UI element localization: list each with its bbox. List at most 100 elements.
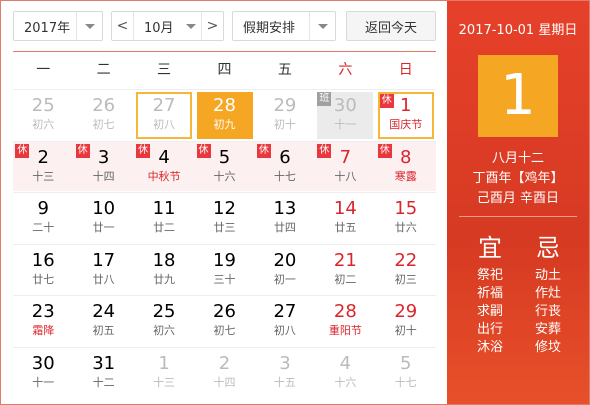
day-cell[interactable]: 22 初三 <box>378 247 434 294</box>
week-row: 30 十一 31 十二 1 十三 2 十四 3 十五 4 十六 5 十七 <box>13 346 436 397</box>
day-cell[interactable]: 27 初八 <box>136 92 193 139</box>
chevron-down-icon[interactable] <box>309 12 335 40</box>
day-cell[interactable]: 3 十五 <box>257 350 313 397</box>
day-cell[interactable]: 13 廿四 <box>257 195 313 242</box>
day-number: 27 <box>273 301 297 322</box>
holiday-badge: 休 <box>317 143 332 158</box>
day-number: 27 <box>152 95 176 116</box>
day-cell[interactable]: 休 2 十三 <box>15 143 71 191</box>
day-cell[interactable]: 12 廿三 <box>197 195 253 242</box>
day-number: 17 <box>92 249 116 271</box>
day-cell[interactable]: 休 3 十四 <box>75 143 132 191</box>
month-select-group: < 10月 > <box>111 11 224 41</box>
calendar-grid: 25 初六 26 初七 27 初八 28 初九 29 初十班 30 十一休 1 国庆节休 2 十三休 3 十四休 4… <box>13 89 436 399</box>
day-cell[interactable]: 30 十一 <box>15 350 71 397</box>
month-select[interactable]: 10月 <box>134 12 201 40</box>
day-cell[interactable]: 1 十三 <box>136 350 192 397</box>
chevron-down-icon[interactable] <box>181 12 201 40</box>
day-number: 29 <box>273 95 297 116</box>
day-cell[interactable]: 23 霜降 <box>15 298 71 345</box>
lunar-label: 十八 <box>334 169 357 183</box>
yi-column: 宜 祭祀 祈福 求嗣 出行 沐浴 <box>465 233 515 357</box>
lunar-label: 廿四 <box>273 221 296 234</box>
day-cell[interactable]: 休 8 寒露 <box>377 143 434 191</box>
lunar-label: 廿九 <box>153 272 176 286</box>
lunar-label: 霜降 <box>32 324 55 337</box>
day-cell[interactable]: 28 初九 <box>196 92 253 139</box>
day-cell[interactable]: 29 初十 <box>378 298 434 345</box>
ji-item: 安葬 <box>534 322 561 337</box>
day-cell[interactable]: 31 十二 <box>76 350 132 397</box>
day-cell[interactable]: 休 5 十六 <box>196 143 253 191</box>
week-row: 23 霜降 24 初五 25 初六 26 初七 27 初八 28 重阳节 29 初十 <box>13 295 436 345</box>
day-cell[interactable]: 26 初七 <box>76 92 132 139</box>
prev-month-button[interactable]: < <box>112 12 134 40</box>
lunar-label: 廿六 <box>394 221 417 234</box>
day-cell[interactable]: 休 4 中秋节 <box>136 143 192 191</box>
holiday-badge: 休 <box>196 143 211 158</box>
day-cell[interactable]: 16 廿七 <box>15 247 71 294</box>
day-cell[interactable]: 29 初十 <box>257 92 313 139</box>
day-cell[interactable]: 10 廿一 <box>76 195 132 242</box>
day-cell[interactable]: 28 重阳节 <box>317 298 373 345</box>
day-cell[interactable]: 25 初六 <box>15 92 71 139</box>
day-cell[interactable]: 休 6 十七 <box>256 143 313 191</box>
day-cell[interactable]: 18 廿九 <box>136 247 192 294</box>
year-select[interactable]: 2017年 <box>13 11 103 41</box>
lunar-label: 初八 <box>153 118 176 131</box>
day-cell[interactable]: 4 十六 <box>317 350 373 397</box>
day-cell[interactable]: 21 初二 <box>317 247 373 294</box>
lunar-label: 十四 <box>213 375 236 389</box>
lunar-label: 初十 <box>394 324 417 337</box>
next-month-button[interactable]: > <box>201 12 223 40</box>
lunar-label: 廿八 <box>92 272 115 286</box>
day-cell[interactable]: 25 初六 <box>136 298 192 345</box>
lunar-label: 中秋节 <box>147 169 181 183</box>
day-number: 4 <box>339 352 352 374</box>
day-number: 3 <box>279 352 291 374</box>
day-number: 18 <box>152 249 176 271</box>
weekday-label: 五 <box>277 62 292 78</box>
day-cell[interactable]: 5 十七 <box>378 350 434 397</box>
lunar-label: 十六 <box>213 169 236 183</box>
day-cell[interactable]: 9 二十 <box>15 195 71 242</box>
calendar-widget: 2017年 < 10月 > 假期安排 返回今天 一 二 三 四 五 六 日 25… <box>0 0 590 405</box>
week-row: 休 2 十三休 3 十四休 4 中秋节休 5 十六休 6 十七休 7 十八休 8 寒露 <box>13 140 436 191</box>
day-cell[interactable]: 24 初五 <box>76 298 132 345</box>
weekday-header: 一 二 三 四 五 六 日 <box>13 52 436 89</box>
day-cell[interactable]: 11 廿二 <box>136 195 192 242</box>
holiday-select[interactable]: 假期安排 <box>232 11 336 41</box>
day-number: 14 <box>333 198 357 219</box>
day-cell[interactable]: 2 十四 <box>197 350 253 397</box>
day-cell[interactable]: 休 1 国庆节 <box>377 92 434 139</box>
chevron-down-icon[interactable] <box>76 12 102 40</box>
lunar-label: 初六 <box>153 324 176 337</box>
day-cell[interactable]: 15 廿六 <box>378 195 434 242</box>
day-cell[interactable]: 26 初七 <box>197 298 253 345</box>
yi-item: 求嗣 <box>476 304 503 319</box>
lunar-label: 三十 <box>213 272 236 286</box>
day-cell[interactable]: 休 7 十八 <box>317 143 373 191</box>
yi-item: 出行 <box>476 322 503 337</box>
lunar-year: 丁酉年【鸡年】 <box>472 171 564 186</box>
day-cell[interactable]: 27 初八 <box>257 298 313 345</box>
day-number: 28 <box>213 95 236 116</box>
lunar-label: 十六 <box>334 375 357 389</box>
lunar-label: 廿七 <box>32 272 55 286</box>
day-cell[interactable]: 17 廿八 <box>76 247 132 294</box>
day-cell[interactable]: 14 廿五 <box>317 195 373 242</box>
day-number: 15 <box>394 198 418 219</box>
lunar-label: 十三 <box>153 375 176 389</box>
back-to-today-button[interactable]: 返回今天 <box>346 11 436 41</box>
day-cell[interactable]: 20 初一 <box>257 247 313 294</box>
ji-item: 行丧 <box>534 304 561 319</box>
day-number: 1 <box>158 352 170 374</box>
day-number: 24 <box>92 301 116 322</box>
lunar-label: 十五 <box>273 375 296 389</box>
lunar-label: 十二 <box>92 375 115 389</box>
day-cell[interactable]: 班 30 十一 <box>317 92 374 139</box>
lunar-label: 廿五 <box>334 221 357 234</box>
lunar-label: 廿三 <box>213 221 236 234</box>
holiday-badge: 休 <box>136 143 151 158</box>
day-cell[interactable]: 19 三十 <box>197 247 253 294</box>
